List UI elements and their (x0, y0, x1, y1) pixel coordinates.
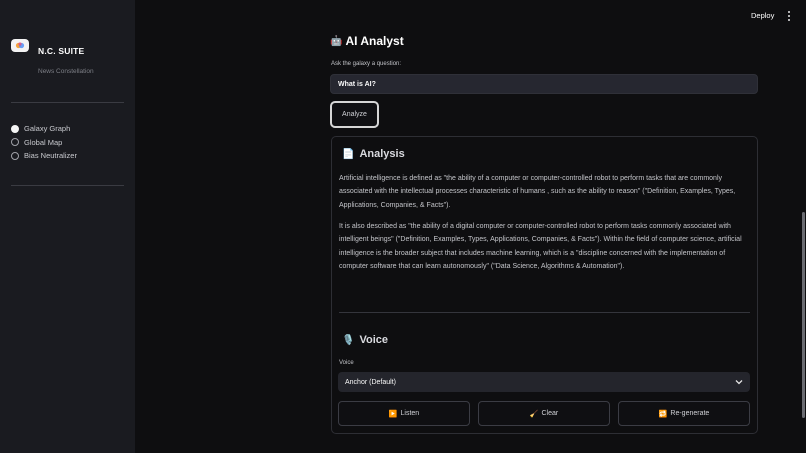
page-title-text: AI Analyst (345, 34, 404, 48)
radio-selected-icon[interactable] (11, 124, 19, 133)
robot-icon: 🤖 (330, 35, 343, 47)
nav-item-global-map[interactable]: Global Map (11, 136, 77, 150)
analysis-paragraph: Artificial intelligence is defined as "t… (339, 175, 736, 209)
regenerate-button[interactable]: 🔁 Re-generate (618, 401, 750, 426)
clear-button-label: Clear (541, 410, 559, 417)
sidebar: N.C. SUITE News Constellation Galaxy Gra… (0, 0, 135, 453)
logo-icon (15, 42, 25, 49)
brand-tagline: News Constellation (38, 68, 94, 75)
microphone-icon: 🎙️ (342, 334, 355, 346)
nav-item-galaxy-graph[interactable]: Galaxy Graph (11, 122, 77, 136)
analysis-heading: 📄 Analysis (342, 148, 405, 160)
nav-item-bias-neutralizer[interactable]: Bias Neutralizer (11, 149, 77, 163)
listen-button-label: Listen (400, 410, 420, 417)
nav-item-label: Bias Neutralizer (24, 151, 77, 161)
page-title: 🤖 AI Analyst (330, 34, 404, 48)
chevron-down-icon (735, 380, 743, 385)
brand-name: N.C. SUITE (38, 46, 85, 56)
listen-button[interactable]: ▶️ Listen (338, 401, 470, 426)
analysis-paragraph: It is also described as "the ability of … (339, 223, 742, 270)
voice-label: Voice (339, 360, 354, 366)
regenerate-button-label: Re-generate (670, 410, 710, 417)
sidebar-divider (11, 102, 124, 103)
sidebar-nav: Galaxy Graph Global Map Bias Neutralizer (11, 122, 77, 163)
voice-heading-text: Voice (359, 334, 388, 346)
clear-button[interactable]: 🧹 Clear (478, 401, 610, 426)
broom-icon: 🧹 (529, 410, 539, 418)
analyze-button[interactable]: Analyze (330, 101, 379, 128)
document-icon: 📄 (342, 148, 355, 160)
section-divider (339, 312, 750, 313)
question-label: Ask the galaxy a question: (331, 61, 402, 67)
analysis-heading-text: Analysis (359, 148, 405, 160)
deploy-button[interactable]: Deploy (751, 11, 774, 20)
nav-item-label: Galaxy Graph (24, 124, 71, 134)
more-menu-icon[interactable] (785, 10, 793, 22)
scrollbar[interactable] (802, 212, 805, 418)
sidebar-divider (11, 185, 124, 186)
app-logo (11, 39, 29, 52)
nav-item-label: Global Map (24, 137, 63, 147)
play-icon: ▶️ (388, 410, 398, 418)
radio-icon[interactable] (11, 138, 19, 147)
voice-select-value: Anchor (Default) (345, 378, 396, 386)
question-input[interactable]: What is AI? (330, 74, 758, 94)
voice-select[interactable]: Anchor (Default) (338, 372, 750, 392)
voice-heading: 🎙️ Voice (342, 334, 388, 346)
radio-icon[interactable] (11, 151, 19, 160)
repeat-icon: 🔁 (658, 410, 668, 418)
